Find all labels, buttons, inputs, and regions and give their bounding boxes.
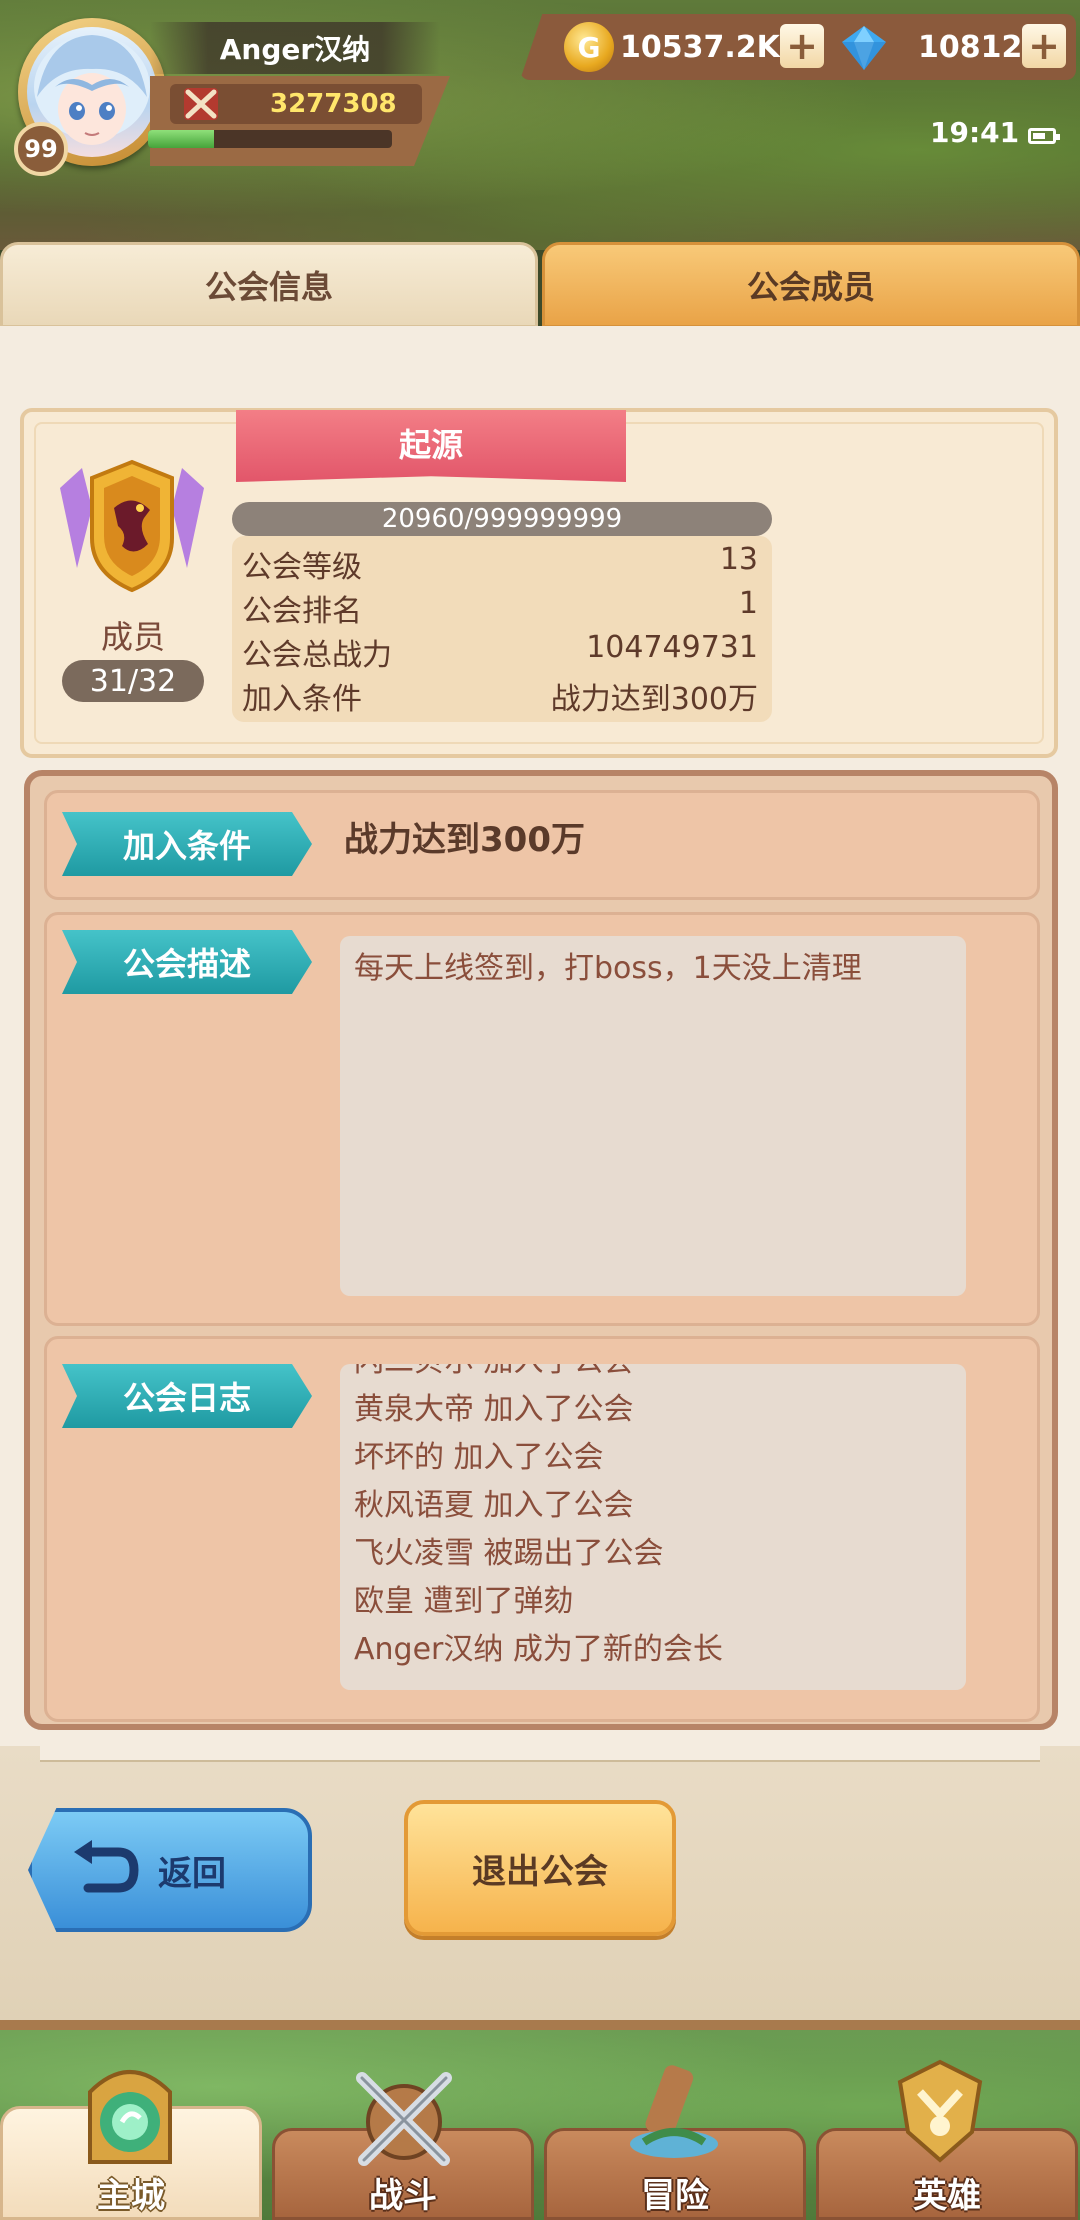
return-arrow-icon [74, 1840, 139, 1893]
stat-row-level: 公会等级 13 [242, 542, 758, 585]
hero-crest-icon [897, 2059, 983, 2163]
log-item: 飞火凌雪 被踢出了公会 [354, 1536, 664, 1571]
power-value: 3277308 [270, 89, 397, 119]
stat-label: 公会排名 [242, 594, 362, 629]
join-condition-tag: 加入条件 [62, 812, 312, 876]
gold-value: 10537.2K [620, 29, 780, 65]
gold-coin-icon: G [564, 22, 614, 72]
clock: 19:41 [930, 116, 1020, 149]
level-badge: 99 [14, 122, 68, 176]
log-item: 坏坏的 加入了公会 [354, 1440, 604, 1475]
description-tag: 公会描述 [62, 930, 312, 994]
stat-value: 104749731 [586, 630, 758, 665]
stat-label: 加入条件 [242, 682, 362, 717]
log-item: 闪二贝尔 加入了公会 [354, 1364, 952, 1386]
add-gems-button[interactable]: + [1022, 24, 1066, 68]
log-item: 黄泉大帝 加入了公会 [354, 1392, 634, 1427]
diamond-icon [842, 26, 886, 70]
gem-value: 10812 [918, 29, 1023, 65]
guild-name: 起源 [236, 410, 626, 482]
stat-value: 13 [719, 542, 758, 577]
nav-label-battle[interactable]: 战斗 [272, 2168, 534, 2217]
description-text: 每天上线签到，打boss，1天没上清理 [340, 936, 966, 1296]
members-count: 31/32 [62, 660, 204, 702]
stat-label: 公会总战力 [242, 638, 392, 673]
exp-bar-fill [148, 130, 214, 148]
stat-value: 战力达到300万 [550, 682, 758, 717]
add-gold-button[interactable]: + [780, 24, 824, 68]
nav-label-adventure[interactable]: 冒险 [544, 2168, 806, 2217]
quit-guild-button[interactable]: 退出公会 [404, 1800, 676, 1936]
join-condition-value: 战力达到300万 [344, 820, 585, 860]
log-item: Anger汉纳 成为了新的会长 [354, 1632, 723, 1667]
guild-emblem-icon [60, 459, 204, 593]
adventure-map-icon [630, 2065, 718, 2158]
stat-row-rank: 公会排名 1 [242, 586, 758, 629]
stat-row-power: 公会总战力 104749731 [242, 630, 758, 673]
guild-log-list[interactable]: 闪二贝尔 加入了公会 黄泉大帝 加入了公会 坏坏的 加入了公会 秋风语夏 加入了… [340, 1364, 966, 1690]
exp-bar [148, 130, 392, 148]
back-button-label[interactable]: 返回 [158, 1846, 226, 1895]
crossed-swords-nav-icon [356, 2072, 452, 2166]
player-name: Anger汉纳 [150, 22, 440, 74]
crossed-swords-icon [184, 88, 218, 120]
nav-label-heroes[interactable]: 英雄 [816, 2168, 1078, 2217]
city-portal-icon [88, 2070, 172, 2164]
battery-icon [1028, 128, 1060, 144]
log-item: 秋风语夏 加入了公会 [354, 1488, 634, 1523]
tab-guild-members[interactable]: 公会成员 [542, 242, 1080, 328]
log-item: 欧皇 遭到了弹劾 [354, 1584, 574, 1619]
stat-label: 公会等级 [242, 550, 362, 585]
log-tag: 公会日志 [62, 1364, 312, 1428]
stat-value: 1 [738, 586, 758, 621]
tab-guild-info[interactable]: 公会信息 [0, 242, 538, 328]
stat-row-join-condition: 加入条件 战力达到300万 [242, 674, 758, 717]
guild-exp: 20960/999999999 [232, 502, 772, 536]
members-label: 成员 [100, 618, 165, 656]
nav-label-city[interactable]: 主城 [0, 2168, 262, 2217]
